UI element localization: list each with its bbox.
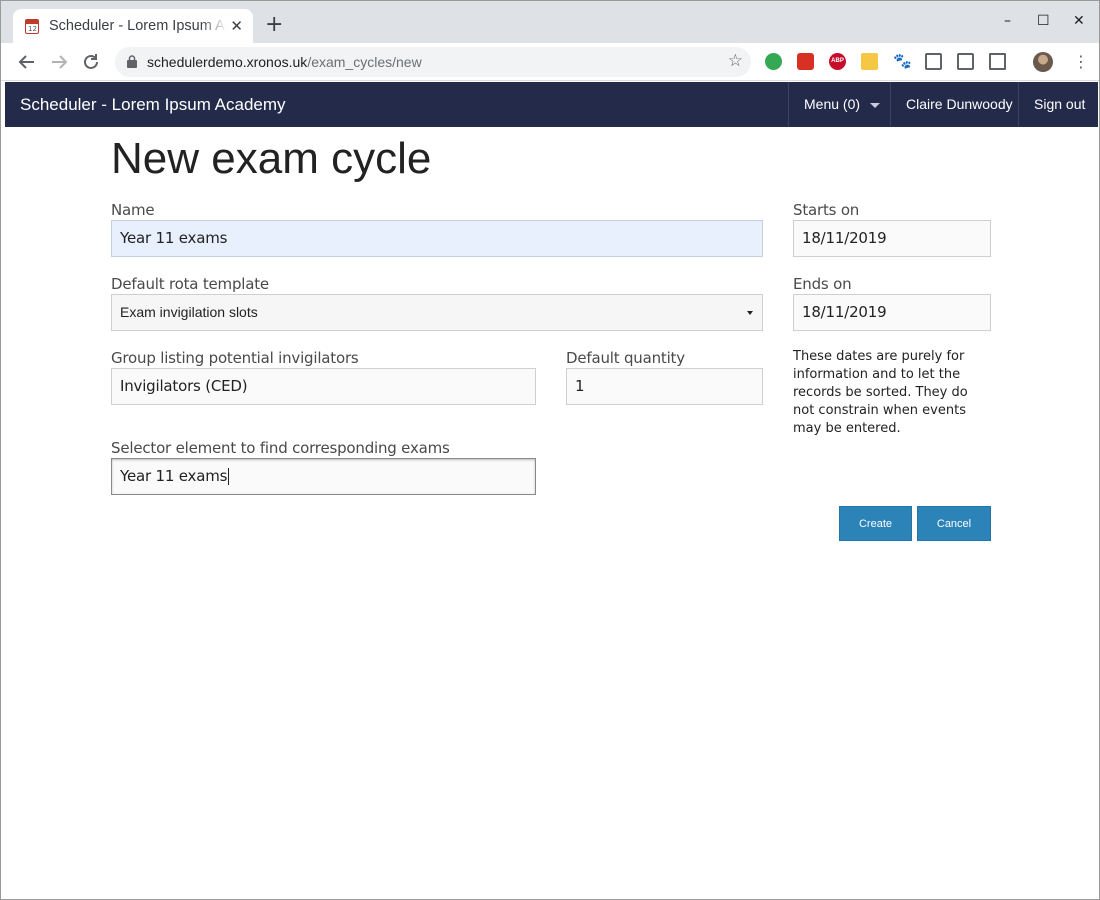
app-navbar: Scheduler - Lorem Ipsum Academy Menu (0)… xyxy=(5,82,1098,127)
tab-title: Scheduler - Lorem Ipsum Academy xyxy=(49,18,227,34)
selector-value: Year 11 exams xyxy=(120,467,228,485)
house-icon[interactable] xyxy=(861,53,878,70)
name-input[interactable]: Year 11 exams xyxy=(111,220,763,257)
new-tab-button[interactable]: + xyxy=(265,14,283,36)
lock-icon xyxy=(127,55,137,68)
menu-kebab-icon[interactable]: ⋮ xyxy=(1073,52,1089,72)
url-text: schedulerdemo.xronos.uk/exam_cycles/new xyxy=(147,54,422,70)
text-cursor xyxy=(228,468,230,485)
maximize-button[interactable]: ☐ xyxy=(1037,13,1050,29)
browser-toolbar: schedulerdemo.xronos.uk/exam_cycles/new … xyxy=(1,43,1099,81)
rota-template-value: Exam invigilation slots xyxy=(120,304,258,320)
user-name-link[interactable]: Claire Dunwoody xyxy=(890,82,1019,127)
favicon-text: 12 xyxy=(28,25,37,33)
sign-out-link[interactable]: Sign out xyxy=(1018,82,1098,127)
abp-icon[interactable]: ABP xyxy=(829,53,846,70)
quantity-input[interactable]: 1 xyxy=(566,368,763,405)
mail-icon[interactable] xyxy=(957,53,974,70)
tab-close-icon[interactable]: ✕ xyxy=(230,17,243,35)
caret-down-icon xyxy=(870,102,881,108)
rota-template-select[interactable]: Exam invigilation slots xyxy=(111,294,763,331)
app-brand[interactable]: Scheduler - Lorem Ipsum Academy xyxy=(20,95,286,115)
paw-icon[interactable]: 🐾 xyxy=(893,53,912,70)
cancel-button[interactable]: Cancel xyxy=(917,506,991,541)
browser-tab[interactable]: 12 Scheduler - Lorem Ipsum Academy ✕ xyxy=(13,9,253,43)
ends-on-label: Ends on xyxy=(793,275,852,293)
starts-on-label: Starts on xyxy=(793,201,860,219)
key-box-icon[interactable] xyxy=(925,53,942,70)
red-puzzle-icon[interactable] xyxy=(797,53,814,70)
green-dot-icon[interactable] xyxy=(765,53,782,70)
calendar-favicon-icon: 12 xyxy=(25,19,39,34)
group-label: Group listing potential invigilators xyxy=(111,349,359,367)
group-input[interactable]: Invigilators (CED) xyxy=(111,368,536,405)
bookmark-star-icon[interactable]: ☆ xyxy=(728,51,743,71)
close-window-button[interactable]: ✕ xyxy=(1073,13,1085,29)
browser-window: 12 Scheduler - Lorem Ipsum Academy ✕ + –… xyxy=(0,0,1100,900)
page-title: New exam cycle xyxy=(111,134,432,183)
selector-label: Selector element to find corresponding e… xyxy=(111,439,450,457)
reload-icon[interactable] xyxy=(80,51,102,73)
rota-template-label: Default rota template xyxy=(111,275,269,293)
name-label: Name xyxy=(111,201,155,219)
select-arrow-icon xyxy=(747,311,753,315)
quantity-label: Default quantity xyxy=(566,349,685,367)
create-button[interactable]: Create xyxy=(839,506,912,541)
profile-avatar[interactable] xyxy=(1033,52,1053,72)
menu-dropdown[interactable]: Menu (0) xyxy=(788,82,891,127)
back-arrow-icon[interactable] xyxy=(16,51,38,73)
selector-input[interactable]: Year 11 exams xyxy=(111,458,536,495)
url-path: /exam_cycles/new xyxy=(307,54,422,70)
ends-on-input[interactable]: 18/11/2019 xyxy=(793,294,991,331)
dates-help-text: These dates are purely for information a… xyxy=(793,349,968,436)
address-bar[interactable]: schedulerdemo.xronos.uk/exam_cycles/new … xyxy=(115,47,751,77)
screenshot-frame-icon[interactable] xyxy=(989,53,1006,70)
starts-on-input[interactable]: 18/11/2019 xyxy=(793,220,991,257)
tab-strip: 12 Scheduler - Lorem Ipsum Academy ✕ + –… xyxy=(1,1,1099,43)
url-domain: schedulerdemo.xronos.uk xyxy=(147,54,308,70)
minimize-button[interactable]: – xyxy=(1004,13,1011,29)
menu-label: Menu (0) xyxy=(804,96,861,112)
forward-arrow-icon[interactable] xyxy=(48,51,70,73)
